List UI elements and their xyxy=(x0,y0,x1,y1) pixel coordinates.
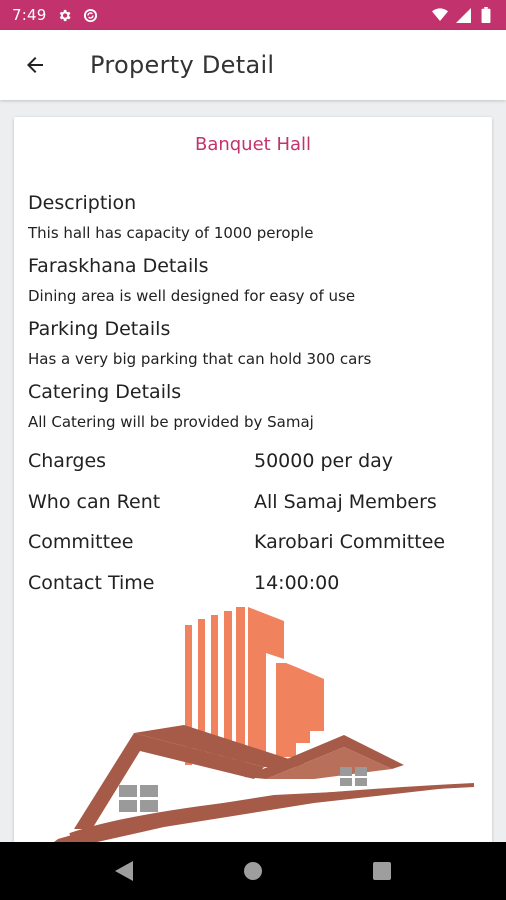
detail-value: All Samaj Members xyxy=(254,490,437,513)
window-icon xyxy=(119,785,158,812)
faraskhana-text: Dining area is well designed for easy of… xyxy=(28,287,356,305)
battery-icon xyxy=(478,7,494,23)
status-left: 7:49 xyxy=(12,6,98,24)
recents-square-icon xyxy=(372,862,391,880)
page-title: Property Detail xyxy=(90,51,275,79)
nav-back-button[interactable] xyxy=(104,851,144,891)
catering-text: All Catering will be provided by Samaj xyxy=(28,413,314,431)
status-time: 7:49 xyxy=(12,6,47,24)
status-right xyxy=(432,7,494,23)
sync-circle-icon xyxy=(82,7,98,23)
system-nav-bar xyxy=(0,842,506,900)
back-button[interactable] xyxy=(15,45,55,85)
detail-value: 14:00:00 xyxy=(254,571,340,594)
detail-row-committee: Committee Karobari Committee xyxy=(28,530,478,571)
property-name: Banquet Hall xyxy=(194,134,312,155)
gear-icon xyxy=(56,7,72,23)
detail-row-contact-time: Contact Time 14:00:00 xyxy=(28,571,478,612)
app-bar: Property Detail xyxy=(0,30,506,100)
nav-home-button[interactable] xyxy=(233,851,273,891)
detail-row-who-can-rent: Who can Rent All Samaj Members xyxy=(28,490,478,531)
content-area: Banquet Hall Description This hall has c… xyxy=(0,100,506,842)
description-text: This hall has capacity of 1000 perople xyxy=(28,224,314,242)
nav-recents-button[interactable] xyxy=(362,851,402,891)
wifi-icon xyxy=(432,7,448,23)
parking-heading: Parking Details xyxy=(28,318,171,340)
faraskhana-heading: Faraskhana Details xyxy=(28,255,209,277)
back-triangle-icon xyxy=(115,861,134,881)
screen: 7:49 Property Detail Banquet Hall Descri… xyxy=(0,0,506,900)
property-card: Banquet Hall Description This hall has c… xyxy=(14,117,492,842)
detail-rows: Charges 50000 per day Who can Rent All S… xyxy=(28,449,478,611)
detail-label: Contact Time xyxy=(28,571,155,594)
detail-label: Committee xyxy=(28,531,134,553)
status-bar: 7:49 xyxy=(0,0,506,30)
parking-text: Has a very big parking that can hold 300… xyxy=(28,350,372,368)
detail-value: 50000 per day xyxy=(254,450,394,472)
detail-row-charges: Charges 50000 per day xyxy=(28,449,478,490)
arrow-left-icon xyxy=(23,53,47,77)
home-circle-icon xyxy=(243,861,263,881)
cellular-icon xyxy=(455,7,471,23)
detail-label: Charges xyxy=(28,450,107,472)
detail-label: Who can Rent xyxy=(28,490,161,513)
catering-heading: Catering Details xyxy=(28,381,182,403)
description-heading: Description xyxy=(28,192,137,214)
property-illustration xyxy=(14,607,492,842)
detail-value: Karobari Committee xyxy=(254,531,446,553)
